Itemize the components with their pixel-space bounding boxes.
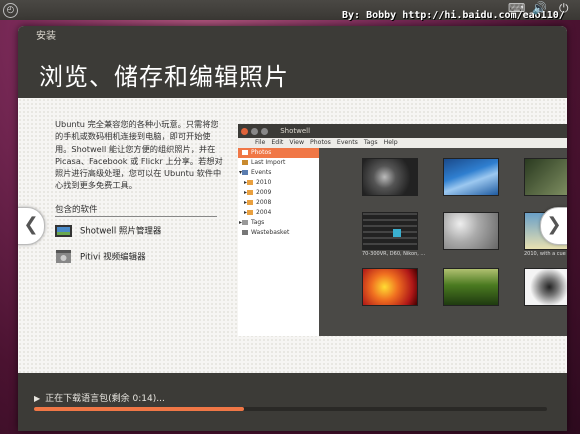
progress-bar xyxy=(34,407,547,411)
status-row[interactable]: ▶ 正在下载语言包(剩余 0:14)... xyxy=(34,391,165,404)
shotwell-icon xyxy=(55,224,72,238)
shotwell-titlebar: Shotwell xyxy=(238,124,567,138)
trash-icon xyxy=(242,230,248,235)
photo-caption: 70-300VR, D60, Nikon, ... xyxy=(362,251,426,257)
menu-tags: Tags xyxy=(363,139,378,146)
folder-icon xyxy=(247,210,254,215)
app-item-pitivi: Pitivi 视频编辑器 xyxy=(55,250,146,264)
menu-edit: Edit xyxy=(271,139,284,146)
previous-slide-button[interactable]: ❮ xyxy=(18,207,45,245)
menu-photos: Photos xyxy=(310,139,331,146)
events-icon xyxy=(242,170,249,175)
sidebar-item-photos: Photos xyxy=(238,148,319,158)
photo-thumbnail xyxy=(443,268,499,306)
import-icon xyxy=(242,160,248,165)
next-slide-button[interactable]: ❯ xyxy=(540,207,567,245)
photo-thumbnail xyxy=(524,268,567,306)
top-panel: ◴ By: Bobby http://hi.baidu.com/eao110/ … xyxy=(0,0,580,21)
close-icon xyxy=(241,127,248,135)
photo-thumbnail xyxy=(524,158,567,196)
sidebar-item-events: ▾ Events xyxy=(239,169,272,176)
slide-header: 浏览、储存和编辑照片 xyxy=(18,48,567,98)
chevron-left-icon: ❮ xyxy=(23,214,39,235)
shotwell-screenshot: Shotwell File Edit View Photos Events Tags Hel… xyxy=(238,124,567,336)
app-label: Pitivi 视频编辑器 xyxy=(80,252,146,263)
menu-view: View xyxy=(289,139,305,146)
sidebar-item-tags: ▸ Tags xyxy=(239,219,265,226)
power-icon[interactable]: ⏻ xyxy=(559,1,569,16)
menu-file: File xyxy=(255,139,266,146)
sidebar-item-last-import: Last Import xyxy=(238,158,319,168)
status-text: 正在下载语言包(剩余 0:14)... xyxy=(45,394,165,404)
photo-thumbnail xyxy=(362,212,418,250)
included-software-title: 包含的软件 xyxy=(55,205,98,215)
folder-icon xyxy=(247,200,254,205)
app-label: Shotwell 照片管理器 xyxy=(80,226,162,237)
shotwell-sidebar: Photos Last Import ▾ Events ▸ 2010 ▸ 2009 ▸… xyxy=(238,148,319,336)
photo-thumbnail xyxy=(362,268,418,306)
expand-triangle-icon[interactable]: ▶ xyxy=(34,394,40,403)
menu-events: Events xyxy=(336,139,358,146)
photo-caption: 2010, with a cue xyxy=(524,251,566,257)
divider xyxy=(55,216,217,217)
tag-icon xyxy=(242,220,249,225)
progress-fill xyxy=(34,407,245,411)
photo-grid: 70-300VR, D60, Nikon, ... 2010, with a c… xyxy=(322,148,567,336)
folder-icon xyxy=(247,190,254,195)
status-bar: ▶ 正在下载语言包(剩余 0:14)... xyxy=(18,373,567,431)
shotwell-menubar: File Edit View Photos Events Tags Help xyxy=(238,138,567,148)
photos-icon xyxy=(242,150,248,155)
menu-help: Help xyxy=(383,139,398,146)
slide-heading: 浏览、储存和编辑照片 xyxy=(39,63,289,91)
sidebar-item-2008: ▸ 2008 xyxy=(244,199,272,206)
photo-thumbnail xyxy=(443,158,499,196)
pitivi-icon xyxy=(55,250,72,264)
photo-thumbnail xyxy=(443,212,499,250)
shotwell-title: Shotwell xyxy=(280,127,311,135)
keyboard-icon[interactable]: ⌨ xyxy=(508,1,525,15)
sidebar-item-2010: ▸ 2010 xyxy=(244,179,272,186)
maximize-icon xyxy=(261,127,268,135)
sidebar-item-2004: ▸ 2004 xyxy=(244,209,272,216)
chevron-right-icon: ❯ xyxy=(546,214,562,235)
slide-content: Ubuntu 完全兼容您的各种小玩意。只需将您的手机或数码相机连接到电脑，即可开… xyxy=(18,98,567,373)
volume-icon[interactable]: 🔊 xyxy=(532,1,547,15)
minimize-icon xyxy=(251,127,258,135)
folder-icon xyxy=(247,180,254,185)
app-item-shotwell: Shotwell 照片管理器 xyxy=(55,224,161,238)
slide-description: Ubuntu 完全兼容您的各种小玩意。只需将您的手机或数码相机连接到电脑，即可开… xyxy=(55,119,223,191)
installer-window: 安装 浏览、储存和编辑照片 Ubuntu 完全兼容您的各种小玩意。只需将您的手机… xyxy=(18,26,567,431)
sidebar-item-wastebasket: Wastebasket xyxy=(238,228,319,238)
photo-thumbnail xyxy=(362,158,418,196)
panel-menu-icon[interactable]: ◴ xyxy=(3,3,18,18)
sidebar-item-2009: ▸ 2009 xyxy=(244,189,272,196)
